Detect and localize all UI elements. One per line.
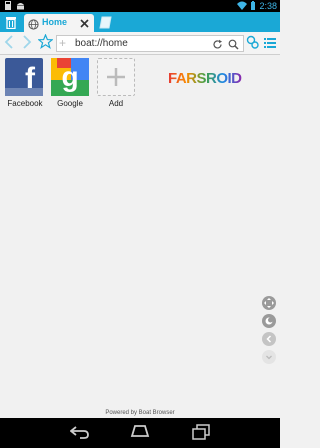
add-label: Add [108,99,124,108]
system-nav-bar [0,418,280,448]
forward-icon[interactable] [22,35,32,54]
status-time: 2:38 [259,1,277,11]
google-icon: g [51,58,89,96]
system-home-icon[interactable] [129,424,151,443]
android-icon [16,1,25,12]
menu-list-icon[interactable] [264,36,276,54]
farsroid-logo: FARSROID [168,70,242,87]
back-icon[interactable] [4,35,14,54]
battery-icon [250,0,256,12]
google-label: Google [57,99,83,108]
addon-icon[interactable] [246,35,259,54]
tab-title: Home [42,17,68,27]
plus-icon [107,68,125,86]
fullscreen-icon[interactable] [262,296,276,310]
powered-by-text: Powered by Boat Browser [105,410,175,416]
google-tile[interactable]: g [51,58,89,96]
tab-home[interactable]: Home [24,14,94,32]
side-buttons [262,296,276,368]
url-text: boat://home [75,38,128,49]
reload-icon[interactable] [212,37,223,55]
night-mode-icon[interactable] [262,314,276,328]
storage-icon [4,1,12,12]
system-back-icon[interactable] [69,424,90,445]
facebook-tile[interactable]: f [5,58,43,96]
add-bookmark-icon[interactable]: + [59,36,66,51]
url-field[interactable]: + boat://home [56,35,244,52]
facebook-label: Facebook [7,99,43,108]
bookmark-star-icon[interactable] [37,33,54,54]
search-icon[interactable] [228,37,239,55]
svg-text:g: g [61,61,78,92]
address-bar: + boat://home [0,32,280,55]
page-back-icon[interactable] [262,332,276,346]
page-down-icon[interactable] [262,350,276,364]
add-tile[interactable] [97,58,135,96]
tab-bar: Home [0,12,280,32]
trash-icon[interactable] [0,12,22,32]
wifi-icon [237,1,248,12]
status-bar: 2:38 [0,0,280,12]
system-recents-icon[interactable] [192,424,210,445]
